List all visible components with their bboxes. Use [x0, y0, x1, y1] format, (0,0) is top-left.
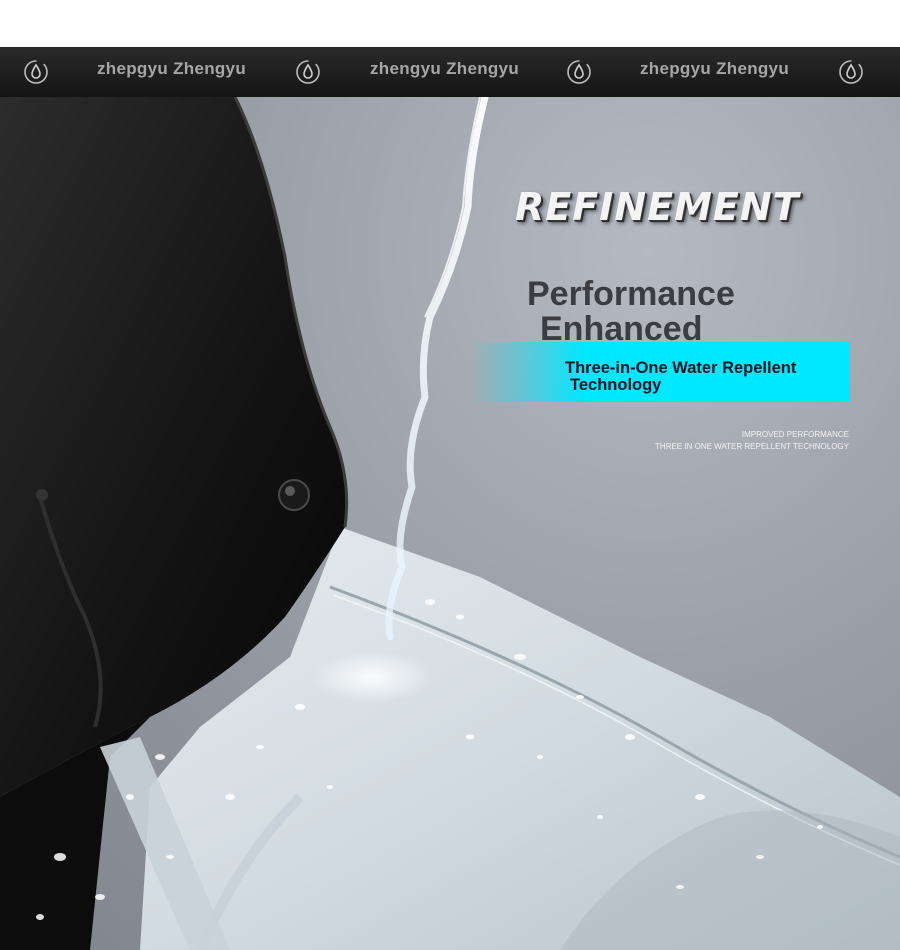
feature-band-line-2: Technology	[570, 376, 662, 394]
small-caption: IMPROVED PERFORMANCE THREE IN ONE WATER …	[600, 429, 849, 453]
top-whitespace	[0, 0, 900, 47]
feature-band: Three-in-One Water Repellent Technology	[470, 342, 850, 402]
brand-label-1: zhepgyu Zhengyu	[97, 59, 246, 78]
water-drop-icon	[296, 60, 320, 84]
small-caption-line-1: IMPROVED PERFORMANCE	[741, 430, 849, 439]
water-drop-icon	[24, 60, 48, 84]
brand-label-3: zhepgyu Zhengyu	[640, 59, 789, 78]
water-drop-icon	[567, 60, 591, 84]
performance-line-1: Performance	[527, 275, 735, 313]
water-drop-icon	[839, 60, 863, 84]
brand-bar: zhepgyu Zhengyu zhengyu Zhengyu zhepgyu …	[0, 47, 900, 98]
brand-label-2: zhengyu Zhengyu	[370, 59, 519, 78]
snap-button	[278, 479, 310, 511]
headline-refinement: REFINEMENT	[515, 185, 800, 229]
hero-banner: REFINEMENT Performance Enhanced Three-in…	[0, 97, 900, 950]
small-caption-line-2: THREE IN ONE WATER REPELLENT TECHNOLOGY	[655, 442, 849, 451]
